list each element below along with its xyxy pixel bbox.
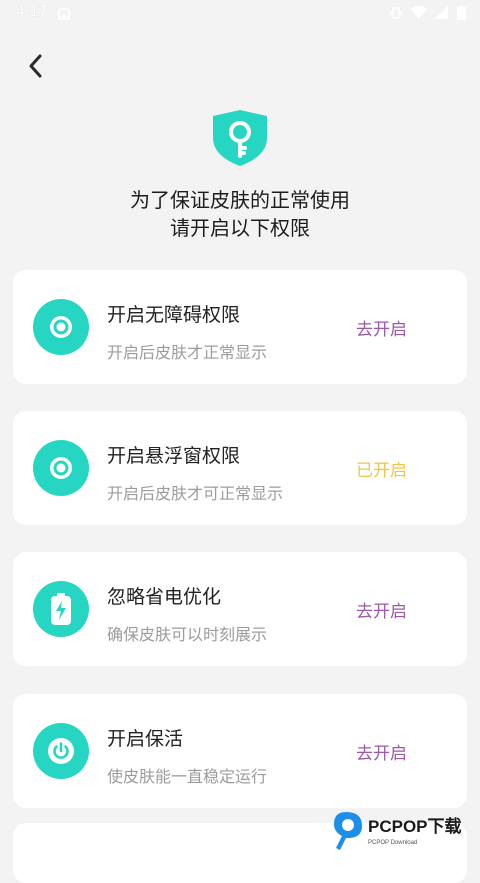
- permission-description: 开启后皮肤才正常显示: [107, 343, 268, 362]
- headline-line-1: 为了保证皮肤的正常使用: [130, 188, 350, 212]
- permission-title: 开启无障碍权限: [107, 304, 241, 326]
- chevron-left-icon: [29, 54, 42, 78]
- watermark-text: PCPOP下载: [368, 816, 462, 836]
- ignore-battery-optimization-button[interactable]: 去开启: [356, 597, 407, 622]
- wifi-icon: [411, 5, 427, 20]
- permission-description: 确保皮肤可以时刻展示: [107, 625, 268, 644]
- headline-line-2: 请开启以下权限: [170, 216, 310, 240]
- permission-title: 开启保活: [107, 728, 184, 750]
- permission-title: 忽略省电优化: [107, 586, 222, 608]
- circle-dot-icon: [33, 299, 89, 355]
- vibrate-icon: [389, 6, 403, 20]
- enable-accessibility-button[interactable]: 去开启: [356, 315, 407, 340]
- page-headline: 为了保证皮肤的正常使用 请开启以下权限: [0, 186, 480, 242]
- status-icons: [389, 5, 466, 20]
- power-icon: [33, 723, 89, 779]
- overlay-enabled-status[interactable]: 已开启: [356, 456, 407, 481]
- permission-card-accessibility: 开启无障碍权限 开启后皮肤才正常显示 去开启: [13, 270, 467, 384]
- notification-icon: [57, 6, 71, 20]
- circle-dot-icon: [33, 440, 89, 496]
- permission-description: 开启后皮肤才可正常显示: [107, 484, 284, 503]
- permission-card-keepalive: 开启保活 使皮肤能一直稳定运行 去开启: [13, 694, 467, 808]
- enable-keepalive-button[interactable]: 去开启: [356, 739, 407, 764]
- permission-description: 使皮肤能一直稳定运行: [107, 767, 268, 786]
- watermark-subtext: PCPOP Download: [368, 840, 417, 846]
- status-time: 4:17: [16, 4, 48, 20]
- permission-title: 开启悬浮窗权限: [107, 445, 241, 467]
- status-bar: 4:17: [0, 0, 480, 28]
- shield-key-icon: [207, 108, 273, 168]
- back-button[interactable]: [20, 50, 52, 82]
- permission-card-battery: 忽略省电优化 确保皮肤可以时刻展示 去开启: [13, 552, 467, 666]
- signal-icon: [435, 5, 449, 20]
- watermark: PCPOP下载 PCPOP Download: [332, 808, 480, 852]
- permission-card-overlay: 开启悬浮窗权限 开启后皮肤才可正常显示 已开启: [13, 411, 467, 525]
- battery-status-icon: [457, 5, 466, 20]
- battery-icon: [33, 581, 89, 637]
